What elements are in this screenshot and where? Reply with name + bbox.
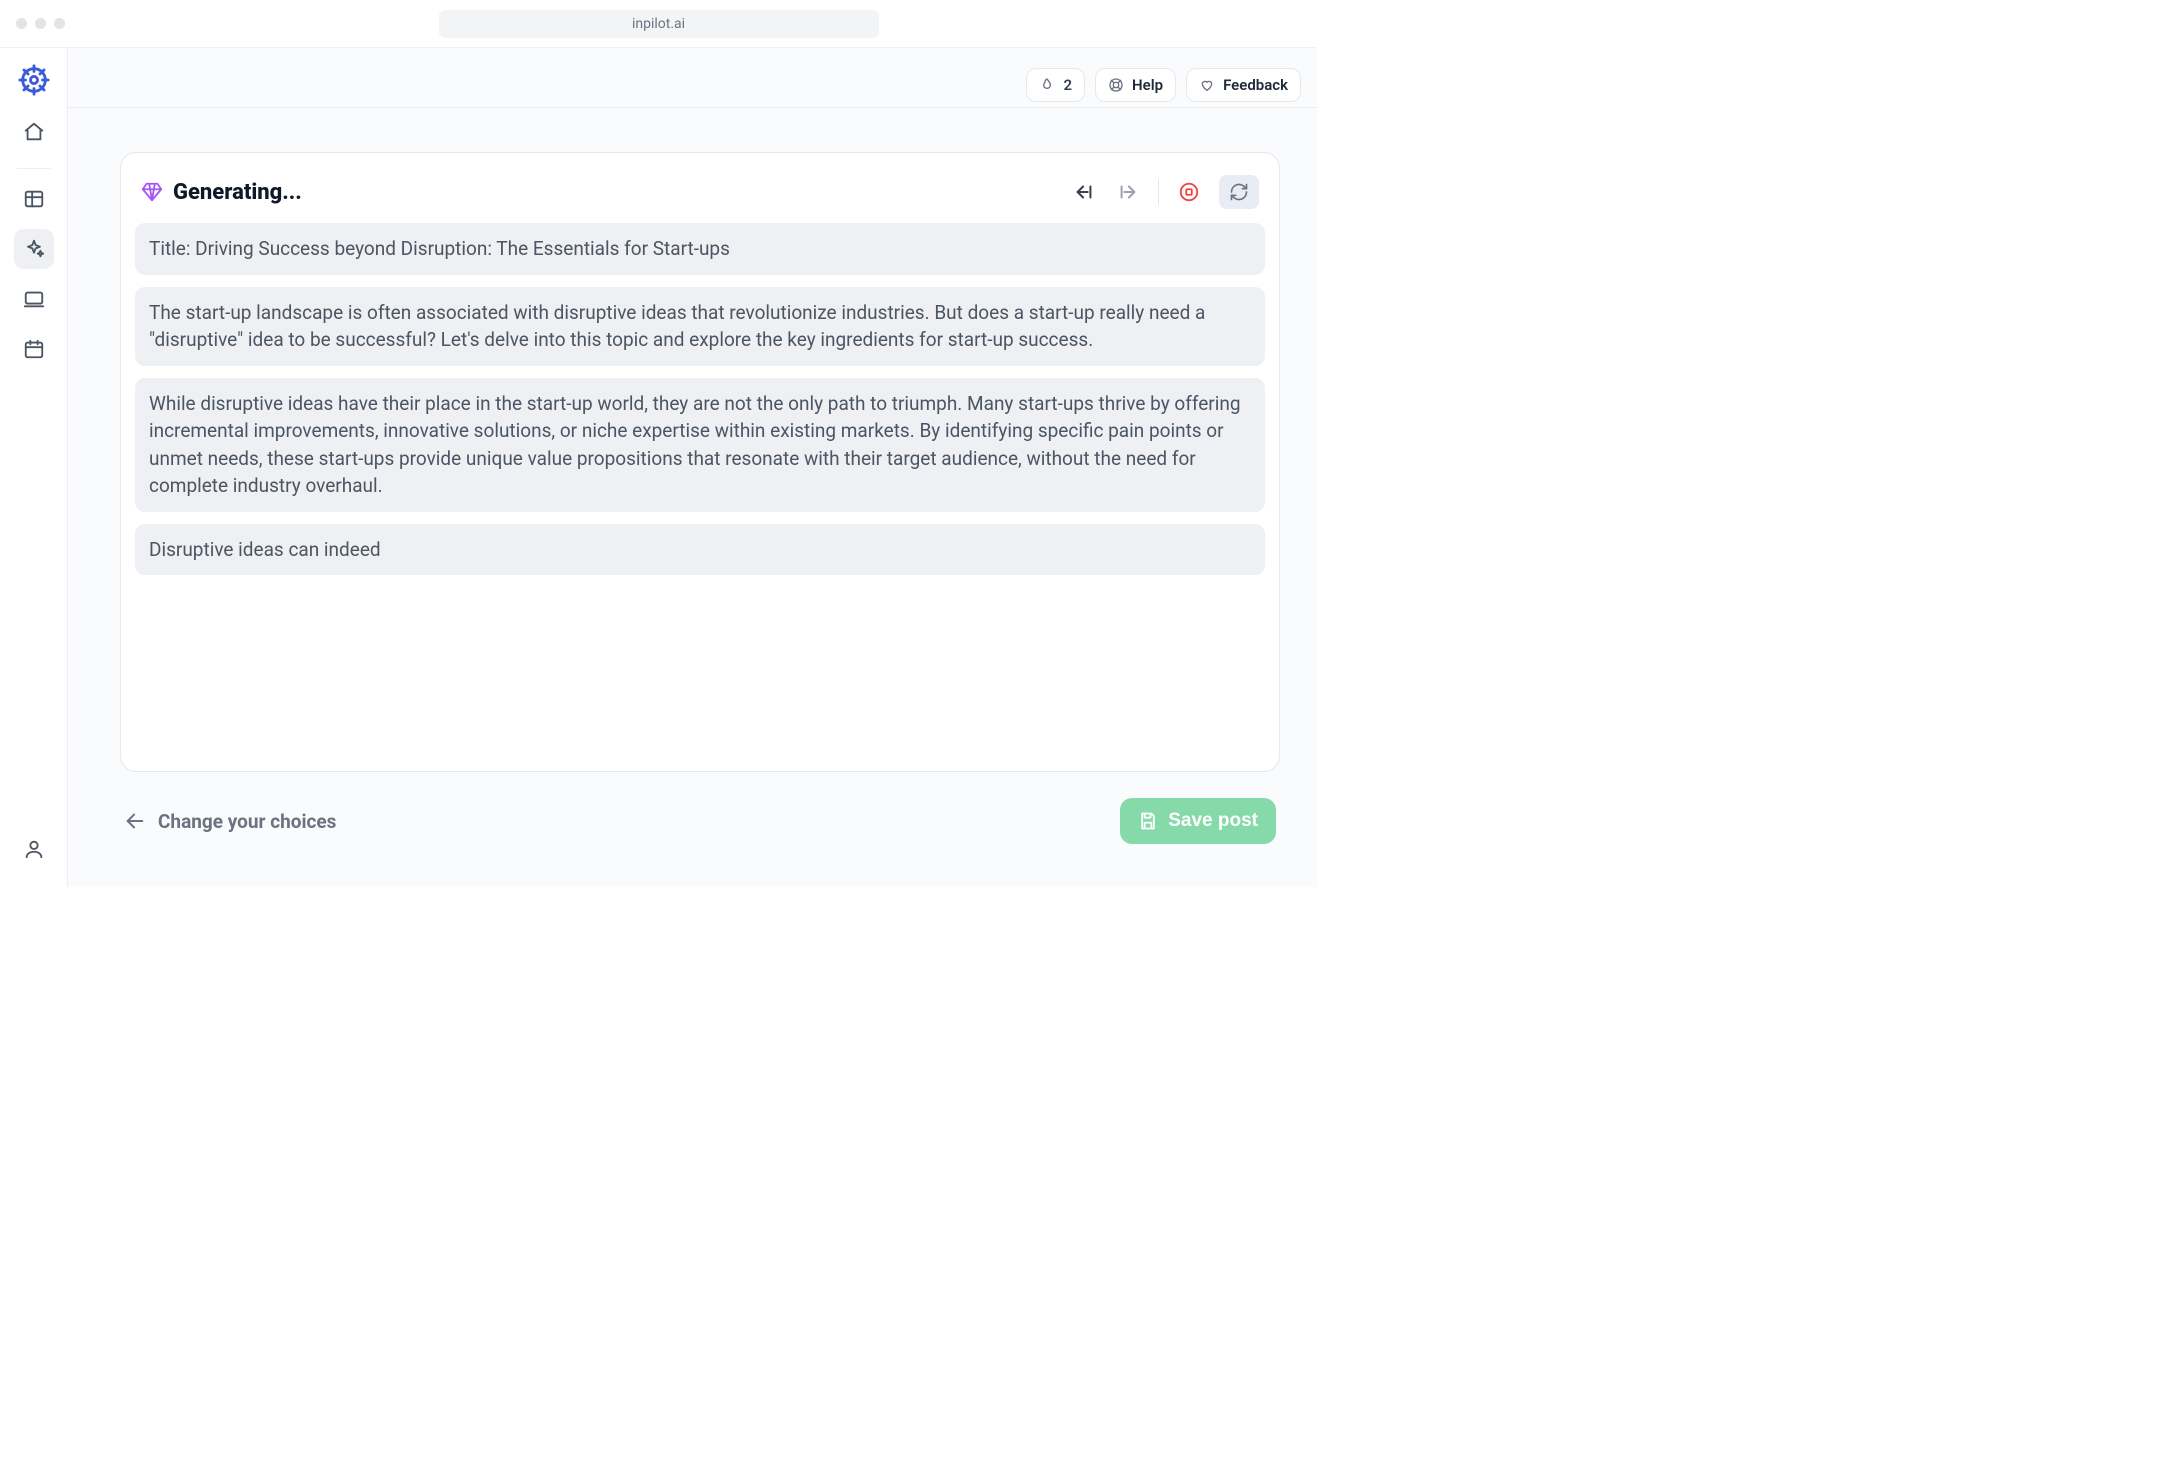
sidebar-item-home[interactable]	[14, 112, 54, 152]
change-choices-button[interactable]: Change your choices	[124, 810, 336, 833]
ship-wheel-icon	[17, 63, 51, 97]
stop-button[interactable]	[1175, 178, 1203, 206]
content-block[interactable]: While disruptive ideas have their place …	[135, 378, 1265, 512]
block-text: The start-up landscape is often associat…	[149, 301, 1205, 352]
save-post-label: Save post	[1168, 810, 1258, 832]
traffic-zoom[interactable]	[54, 18, 65, 29]
block-text: While disruptive ideas have their place …	[149, 392, 1241, 498]
card-header: Generating...	[135, 171, 1265, 223]
content-wrap: Generating...	[68, 108, 1317, 887]
calendar-icon	[23, 338, 45, 360]
refresh-icon	[1229, 182, 1249, 202]
feedback-button[interactable]: Feedback	[1186, 68, 1301, 102]
generation-status: Generating...	[141, 180, 302, 205]
app-shell: 2 Help Feedback	[0, 48, 1317, 887]
streak-pill[interactable]: 2	[1026, 68, 1085, 102]
streak-count: 2	[1063, 76, 1072, 94]
status-text: Generating...	[173, 180, 302, 205]
save-post-button[interactable]: Save post	[1120, 798, 1276, 844]
home-icon	[23, 121, 45, 143]
traffic-close[interactable]	[16, 18, 27, 29]
next-button[interactable]	[1114, 178, 1142, 206]
table-icon	[23, 188, 45, 210]
sidebar-item-monitor[interactable]	[14, 279, 54, 319]
generation-card: Generating...	[120, 152, 1280, 772]
arrow-right-from-line-icon	[1117, 181, 1139, 203]
lifebuoy-icon	[1108, 77, 1124, 93]
traffic-minimize[interactable]	[35, 18, 46, 29]
content-block[interactable]: Title: Driving Success beyond Disruption…	[135, 223, 1265, 275]
help-label: Help	[1132, 76, 1163, 94]
browser-bar: inpilot.ai	[0, 0, 1317, 48]
sidebar	[0, 48, 68, 887]
sidebar-item-calendar[interactable]	[14, 329, 54, 369]
footer-row: Change your choices Save post	[120, 772, 1280, 844]
arrow-left-icon	[124, 810, 146, 832]
content-block[interactable]: The start-up landscape is often associat…	[135, 287, 1265, 366]
diamond-icon	[141, 181, 163, 203]
sidebar-item-account[interactable]	[14, 829, 54, 869]
monitor-icon	[23, 288, 45, 310]
flame-icon	[1039, 77, 1055, 93]
change-choices-label: Change your choices	[158, 810, 336, 833]
topbar: 2 Help Feedback	[68, 48, 1317, 108]
stop-circle-icon	[1178, 181, 1200, 203]
feedback-label: Feedback	[1223, 76, 1288, 94]
url-text: inpilot.ai	[632, 16, 685, 32]
sidebar-item-generate[interactable]	[14, 229, 54, 269]
user-icon	[23, 838, 45, 860]
url-bar[interactable]: inpilot.ai	[439, 10, 879, 38]
sidebar-divider	[17, 168, 51, 169]
prev-button[interactable]	[1070, 178, 1098, 206]
block-text: Disruptive ideas can indeed	[149, 538, 381, 561]
traffic-lights	[16, 18, 65, 29]
sparkles-icon	[23, 238, 45, 260]
content-block[interactable]: Disruptive ideas can indeed	[135, 524, 1265, 576]
block-text: Title: Driving Success beyond Disruption…	[149, 237, 730, 260]
save-icon	[1138, 811, 1158, 831]
regenerate-button[interactable]	[1219, 175, 1259, 209]
help-button[interactable]: Help	[1095, 68, 1176, 102]
app-logo[interactable]	[16, 62, 52, 98]
header-actions	[1070, 175, 1259, 209]
arrow-left-to-line-icon	[1073, 181, 1095, 203]
sidebar-item-table[interactable]	[14, 179, 54, 219]
header-divider	[1158, 179, 1159, 205]
main-area: 2 Help Feedback	[68, 48, 1317, 887]
heart-hands-icon	[1199, 77, 1215, 93]
